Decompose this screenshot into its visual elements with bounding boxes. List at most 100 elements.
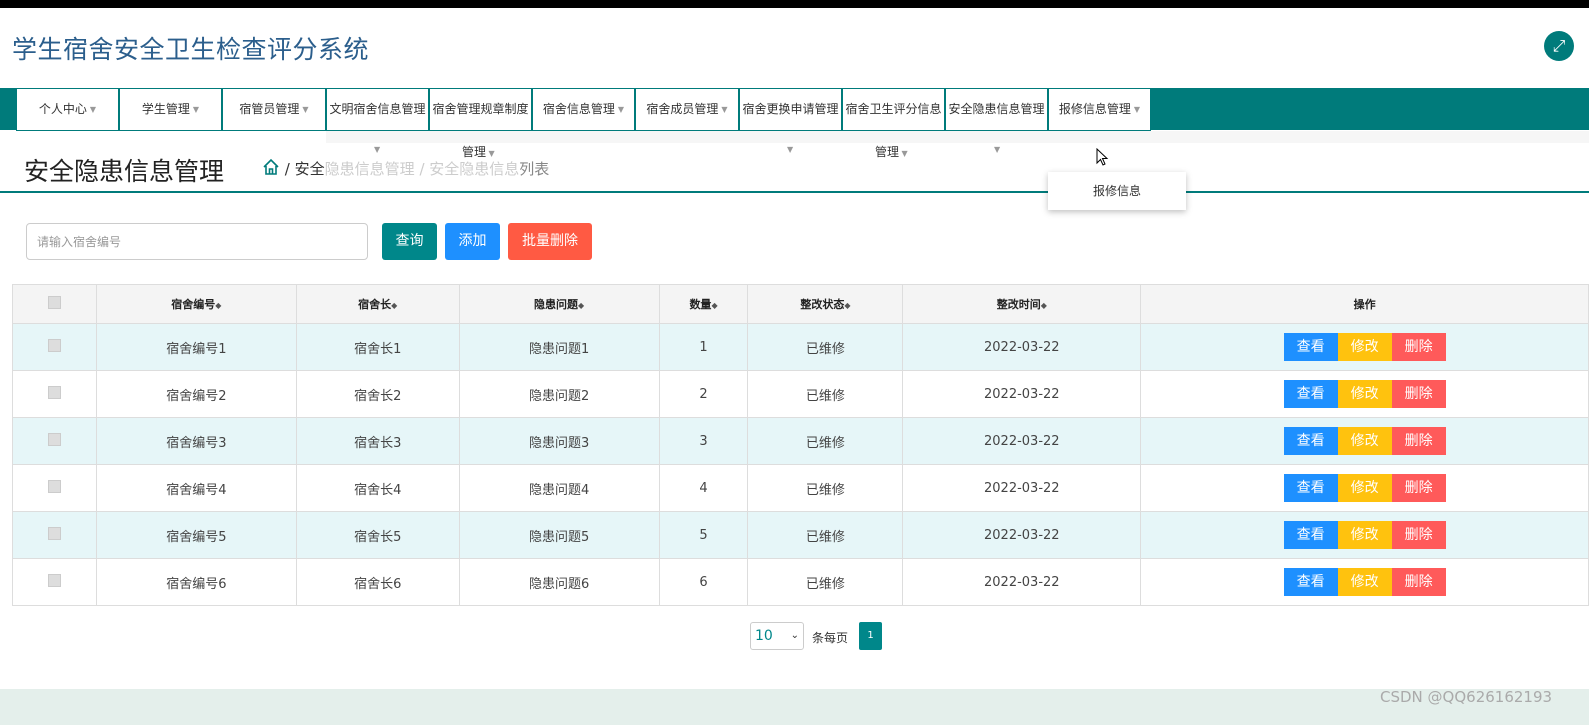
view-button[interactable]: 查看	[1283, 521, 1338, 549]
nav-item-dorm-hygiene-score[interactable]: 宿舍卫生评分信息	[842, 89, 945, 131]
nav-item-label: 宿舍信息管理	[542, 102, 615, 116]
column-header[interactable]: 整改状态◆	[747, 284, 904, 324]
nav-item-label: 报修信息管理	[1058, 102, 1131, 116]
cell-dorm-no: 宿舍编号6	[95, 558, 297, 606]
cell-time: 2022-03-22	[902, 464, 1142, 512]
breadcrumb: / 安全隐患信息管理 / 安全隐患信息列表	[262, 158, 549, 179]
cell-actions: 查看 修改 删除	[1140, 417, 1589, 465]
breadcrumb-level1[interactable]: 安全	[295, 160, 325, 178]
query-button[interactable]: 查询	[382, 223, 437, 260]
cell-count: 1	[658, 323, 749, 371]
cell-dorm-no: 宿舍编号4	[95, 464, 297, 512]
nav-item-label: 宿舍成员管理	[646, 102, 719, 116]
cell-issue: 隐患问题2	[458, 370, 660, 418]
nav-item-safety-hazard[interactable]: 安全隐患信息管理	[945, 89, 1048, 131]
cell-issue: 隐患问题4	[458, 464, 660, 512]
cell-dorm-no: 宿舍编号5	[95, 511, 297, 559]
table-row: 宿舍编号4 宿舍长4 隐患问题4 4 已维修 2022-03-22 查看 修改 删除	[12, 464, 1589, 512]
view-button[interactable]: 查看	[1283, 427, 1338, 455]
page-number-button[interactable]: 1	[859, 622, 882, 650]
sort-icon[interactable]: ◆	[1041, 301, 1047, 310]
delete-button[interactable]: 删除	[1391, 333, 1446, 361]
cell-status: 已维修	[747, 464, 904, 512]
view-button[interactable]: 查看	[1283, 568, 1338, 596]
nav-item-label: 宿舍卫生评分信息	[845, 102, 942, 116]
page-size-select[interactable]: 10 ⌄	[750, 622, 804, 650]
column-header-label: 宿舍编号	[171, 298, 216, 311]
nav-item-personal-center[interactable]: 个人中心 ▼	[16, 89, 119, 131]
row-checkbox[interactable]	[47, 573, 61, 587]
sort-icon[interactable]: ◆	[391, 301, 397, 310]
row-checkbox[interactable]	[47, 385, 61, 399]
column-header-label: 宿舍长	[358, 298, 392, 311]
column-header-label: 整改时间	[996, 298, 1041, 311]
sort-icon[interactable]: ◆	[844, 301, 850, 310]
nav-item-label: 个人中心	[38, 102, 87, 116]
add-button[interactable]: 添加	[445, 223, 500, 260]
page-size-value: 10	[755, 628, 773, 644]
select-all-cell	[12, 284, 97, 324]
column-header[interactable]: 宿舍长◆	[295, 284, 460, 324]
table-row: 宿舍编号3 宿舍长3 隐患问题3 3 已维修 2022-03-22 查看 修改 删除	[12, 417, 1589, 465]
edit-button[interactable]: 修改	[1337, 521, 1392, 549]
cell-time: 2022-03-22	[902, 511, 1142, 559]
sort-icon[interactable]: ◆	[215, 301, 221, 310]
nav-item-dorm-admin-management[interactable]: 宿管员管理 ▼	[222, 89, 326, 131]
batch-delete-button[interactable]: 批量删除	[508, 223, 592, 260]
table-row: 宿舍编号2 宿舍长2 隐患问题2 2 已维修 2022-03-22 查看 修改 删除	[12, 370, 1589, 418]
delete-button[interactable]: 删除	[1391, 568, 1446, 596]
nav-item-dorm-change-request[interactable]: 宿舍更换申请管理	[739, 89, 842, 131]
chevron-down-icon: ▼	[994, 145, 1001, 154]
sort-icon[interactable]: ◆	[578, 301, 584, 310]
delete-button[interactable]: 删除	[1391, 427, 1446, 455]
search-input[interactable]	[26, 223, 368, 260]
edit-button[interactable]: 修改	[1337, 568, 1392, 596]
nav-item-hygiene-score-sub[interactable]: 管理 ▼	[875, 143, 908, 160]
select-all-checkbox[interactable]	[47, 296, 61, 309]
view-button[interactable]: 查看	[1283, 474, 1338, 502]
cell-dorm-no: 宿舍编号1	[95, 323, 297, 371]
delete-button[interactable]: 删除	[1391, 521, 1446, 549]
cell-dorm-no: 宿舍编号3	[95, 417, 297, 465]
row-select-cell	[12, 511, 97, 559]
home-icon[interactable]	[262, 158, 280, 176]
cell-actions: 查看 修改 删除	[1140, 558, 1589, 606]
column-header[interactable]: 整改时间◆	[902, 284, 1142, 324]
chevron-down-icon: ▼	[617, 105, 625, 114]
nav-item-repair-info[interactable]: 报修信息管理 ▼	[1048, 89, 1151, 131]
chevron-down-icon: ⌄	[790, 630, 799, 641]
sort-icon[interactable]: ◆	[711, 301, 717, 310]
cell-time: 2022-03-22	[902, 417, 1142, 465]
breadcrumb-level1-faded: 隐患信息管理	[324, 160, 415, 178]
nav-item-dorm-info[interactable]: 宿舍信息管理 ▼	[532, 89, 635, 131]
chevron-down-icon: ▼	[192, 105, 200, 114]
view-button[interactable]: 查看	[1283, 380, 1338, 408]
cell-issue: 隐患问题3	[458, 417, 660, 465]
column-header[interactable]: 宿舍编号◆	[95, 284, 297, 324]
nav-item-civilized-dorm[interactable]: 文明宿舍信息管理	[326, 89, 429, 131]
row-checkbox[interactable]	[47, 338, 61, 352]
view-button[interactable]: 查看	[1283, 333, 1338, 361]
delete-button[interactable]: 删除	[1391, 474, 1446, 502]
cell-issue: 隐患问题6	[458, 558, 660, 606]
row-checkbox[interactable]	[47, 432, 61, 446]
row-checkbox[interactable]	[47, 479, 61, 493]
edit-button[interactable]: 修改	[1337, 427, 1392, 455]
nav-item-dorm-members[interactable]: 宿舍成员管理 ▼	[635, 89, 739, 131]
edit-button[interactable]: 修改	[1337, 474, 1392, 502]
nav-item-dorm-rules[interactable]: 宿舍管理规章制度	[429, 89, 532, 131]
column-header[interactable]: 隐患问题◆	[458, 284, 660, 324]
cell-leader: 宿舍长4	[295, 464, 460, 512]
column-header[interactable]: 数量◆	[658, 284, 749, 324]
edit-button[interactable]: 修改	[1337, 333, 1392, 361]
nav-item-student-management[interactable]: 学生管理 ▼	[119, 89, 222, 131]
cell-leader: 宿舍长3	[295, 417, 460, 465]
nav-item-label: 宿舍更换申请管理	[742, 102, 839, 116]
chevron-down-icon: ▼	[486, 149, 495, 158]
breadcrumb-level2-faded: 安全隐患信息	[429, 160, 520, 178]
edit-button[interactable]: 修改	[1337, 380, 1392, 408]
dropdown-item-repair-info[interactable]: 报修信息	[1093, 184, 1141, 198]
delete-button[interactable]: 删除	[1391, 380, 1446, 408]
fullscreen-icon[interactable]: ⤢	[1544, 31, 1574, 61]
row-checkbox[interactable]	[47, 526, 61, 540]
